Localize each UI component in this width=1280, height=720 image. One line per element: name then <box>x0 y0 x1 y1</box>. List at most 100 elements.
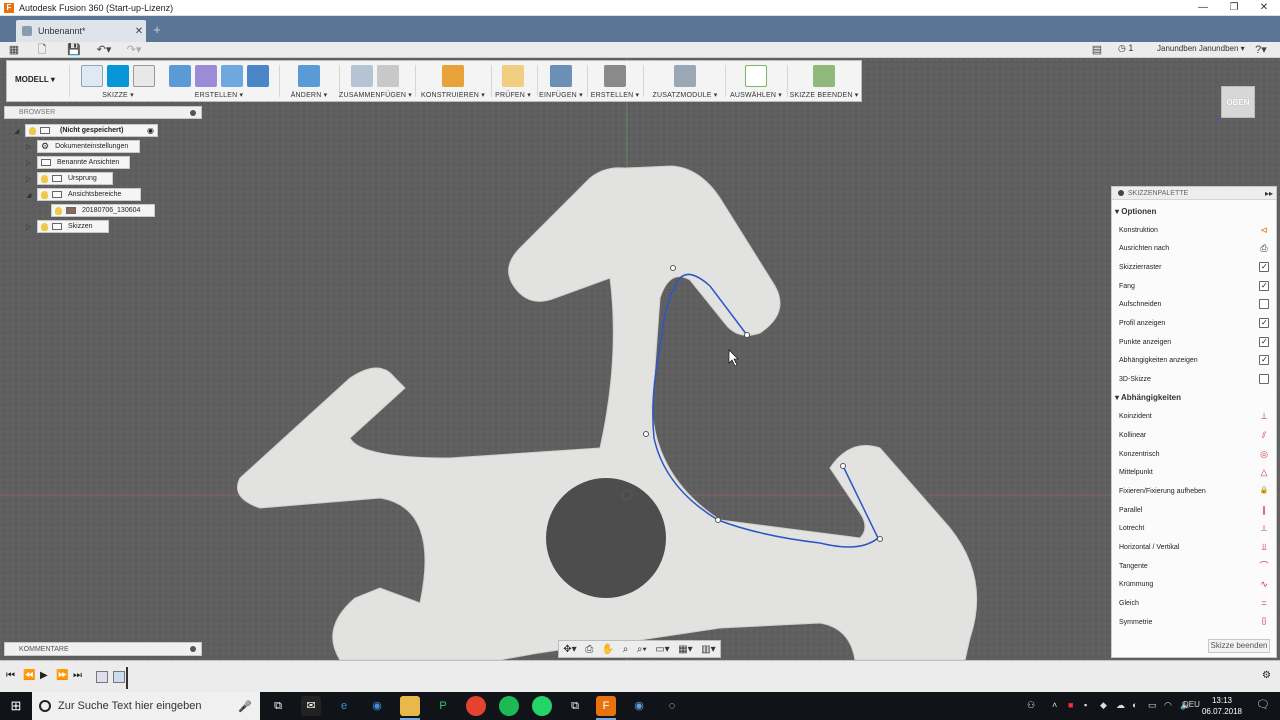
constraint-kruemmung[interactable]: Krümmung ∿ <box>1119 575 1269 593</box>
viewports-icon[interactable]: ▥▾ <box>701 644 715 655</box>
profil-anzeigen-checkbox[interactable] <box>1259 318 1269 328</box>
dropbox-icon[interactable]: ◆ <box>1100 700 1107 711</box>
notification-icon[interactable]: ▤ <box>1090 43 1104 57</box>
file-explorer-icon[interactable] <box>400 696 420 720</box>
chrome-icon[interactable] <box>466 696 486 716</box>
constraint-lotrecht[interactable]: Lotrecht ⟂ <box>1119 519 1269 537</box>
close-icon[interactable]: ✕ <box>1248 0 1280 16</box>
mail-icon[interactable]: ✉ <box>301 696 321 716</box>
coincident-icon[interactable]: ⊥ <box>1259 411 1269 421</box>
constraint-konzentrisch[interactable]: Konzentrisch ◎ <box>1119 445 1269 463</box>
punkte-anzeigen-checkbox[interactable] <box>1259 337 1269 347</box>
concentric-icon[interactable]: ◎ <box>1259 449 1269 459</box>
timeline-back-icon[interactable]: ⏪ <box>23 670 35 681</box>
look-at-icon[interactable]: ⎙ <box>1259 243 1269 253</box>
app-icon-3[interactable]: ◉ <box>629 696 649 716</box>
equal-icon[interactable]: = <box>1259 598 1269 608</box>
file-icon[interactable]: 🗋 <box>34 43 50 57</box>
constraint-fixieren[interactable]: Fixieren/Fixierung aufheben 🔒 <box>1119 482 1269 500</box>
toolbar-group-zusammenfuegen[interactable]: ZUSAMMENFÜGEN ▾ <box>339 61 412 101</box>
visibility-bulb-icon[interactable] <box>41 190 48 199</box>
option-profil-anzeigen[interactable]: Profil anzeigen <box>1119 314 1269 332</box>
timeline-marker[interactable] <box>126 667 128 689</box>
select-icon[interactable] <box>745 65 767 87</box>
toolbar-group-skizze-beenden[interactable]: SKIZZE BEENDEN ▾ <box>789 61 859 101</box>
job-status[interactable]: ◷ 1 <box>1118 43 1133 54</box>
visibility-bulb-icon[interactable] <box>29 126 36 135</box>
comments-panel[interactable]: KOMMENTARE <box>4 642 202 656</box>
toolbar-group-aendern[interactable]: ÄNDERN ▾ <box>281 61 337 101</box>
option-skizzierraster[interactable]: Skizzierraster <box>1119 258 1269 276</box>
sketch-rectangle-icon[interactable] <box>133 65 155 87</box>
people-icon[interactable]: ⚇ <box>1027 700 1035 711</box>
app-icon[interactable]: ◉ <box>367 696 387 716</box>
expand-arrow-icon[interactable]: ▷ <box>26 143 31 151</box>
whatsapp-icon[interactable] <box>532 696 552 716</box>
option-konstruktion[interactable]: Konstruktion ⊲ <box>1119 221 1269 239</box>
browser-root[interactable]: (Nicht gespeichert) ◉ <box>25 124 158 137</box>
undo-icon[interactable]: ↶▾ <box>94 43 114 57</box>
perpendicular-icon[interactable]: ⟂ <box>1259 523 1269 533</box>
toolbar-group-auswaehlen[interactable]: AUSWÄHLEN ▾ <box>725 61 787 101</box>
expand-arrow-icon[interactable]: ▷ <box>26 175 31 183</box>
timeline-canvas-item[interactable] <box>96 671 108 683</box>
app-icon-2[interactable]: ⧉ <box>565 696 585 716</box>
curvature-icon[interactable]: ∿ <box>1259 579 1269 589</box>
battery-icon[interactable]: ▭ <box>1148 700 1157 711</box>
parallel-icon[interactable]: ∥ <box>1259 505 1269 515</box>
user-menu[interactable]: Janundben Janundben ▾ <box>1157 44 1245 53</box>
options-section-header[interactable]: ▾ Optionen <box>1115 207 1156 216</box>
display-settings-icon[interactable]: ▭▾ <box>655 644 669 655</box>
task-view-icon[interactable]: ⧉ <box>268 696 288 716</box>
cylinder-icon[interactable] <box>221 65 243 87</box>
abhaengigkeiten-anzeigen-checkbox[interactable] <box>1259 355 1269 365</box>
expand-panel-icon[interactable]: ▸▸ <box>1265 189 1273 198</box>
toolbar-group-erstellen-2[interactable]: ERSTELLEN ▾ <box>589 61 641 101</box>
timeline-end-icon[interactable]: ⏭ <box>73 670 82 681</box>
midpoint-icon[interactable]: △ <box>1259 467 1269 477</box>
app-icon-4[interactable]: ◌ <box>662 696 682 716</box>
visibility-bulb-icon[interactable] <box>41 222 48 231</box>
lock-icon[interactable]: 🔒 <box>1259 486 1269 496</box>
finish-sketch-button[interactable]: Skizze beenden <box>1208 639 1270 653</box>
workspace-switcher[interactable]: MODELL ▾ <box>15 75 55 84</box>
constraint-parallel[interactable]: Parallel ∥ <box>1119 501 1269 519</box>
option-punkte-anzeigen[interactable]: Punkte anzeigen <box>1119 333 1269 351</box>
constraint-kollinear[interactable]: Kollinear ⫽ <box>1119 426 1269 444</box>
extrude-icon[interactable] <box>169 65 191 87</box>
timeline-play-icon[interactable]: ▶ <box>40 670 48 681</box>
constraint-horizontal-vertikal[interactable]: Horizontal / Vertikal ⫫ <box>1119 538 1269 556</box>
browser-item-benannte-ansichten[interactable]: Benannte Ansichten <box>37 156 130 169</box>
orbit-icon[interactable]: ✥▾ <box>563 644 576 655</box>
pin-icon[interactable] <box>190 109 196 116</box>
joint-icon[interactable] <box>377 65 399 87</box>
browser-item-canvas[interactable]: 20180706_130604 <box>51 204 155 217</box>
option-3d-skizze[interactable]: 3D-Skizze <box>1119 370 1269 388</box>
sketch-spline-icon[interactable] <box>107 65 129 87</box>
edge-icon[interactable]: e <box>334 696 354 716</box>
pin-icon[interactable] <box>190 646 196 652</box>
timeline-start-icon[interactable]: ⏮ <box>6 670 15 681</box>
language-indicator[interactable]: DEU <box>1183 700 1200 709</box>
constraint-gleich[interactable]: Gleich = <box>1119 594 1269 612</box>
tray-overflow-icon[interactable]: ˄ <box>1052 700 1057 710</box>
fang-checkbox[interactable] <box>1259 281 1269 291</box>
canvas-viewport[interactable] <box>0 58 1280 660</box>
timeline-sketch-item[interactable] <box>113 671 125 683</box>
tray-app-icon-3[interactable]: ◐ <box>1132 700 1137 710</box>
minimize-icon[interactable]: — <box>1187 0 1219 16</box>
construction-icon[interactable]: ⊲ <box>1259 225 1269 235</box>
toolbar-group-erstellen[interactable]: ERSTELLEN ▾ <box>163 61 275 101</box>
grid-menu-icon[interactable]: ▦ <box>6 43 22 57</box>
form-icon[interactable] <box>195 65 217 87</box>
plane-icon[interactable] <box>442 65 464 87</box>
app-p-icon[interactable]: P <box>433 696 453 716</box>
option-fang[interactable]: Fang <box>1119 277 1269 295</box>
timeline-forward-icon[interactable]: ⏩ <box>56 670 68 681</box>
zoom-window-icon[interactable]: ⌕▾ <box>637 644 647 655</box>
zoom-icon[interactable]: ⌕ <box>623 644 629 655</box>
expand-arrow-icon[interactable]: ▷ <box>26 159 31 167</box>
measure-icon[interactable] <box>502 65 524 87</box>
aufschneiden-checkbox[interactable] <box>1259 299 1269 309</box>
toolbar-group-skizze[interactable]: SKIZZE ▾ <box>73 61 163 101</box>
